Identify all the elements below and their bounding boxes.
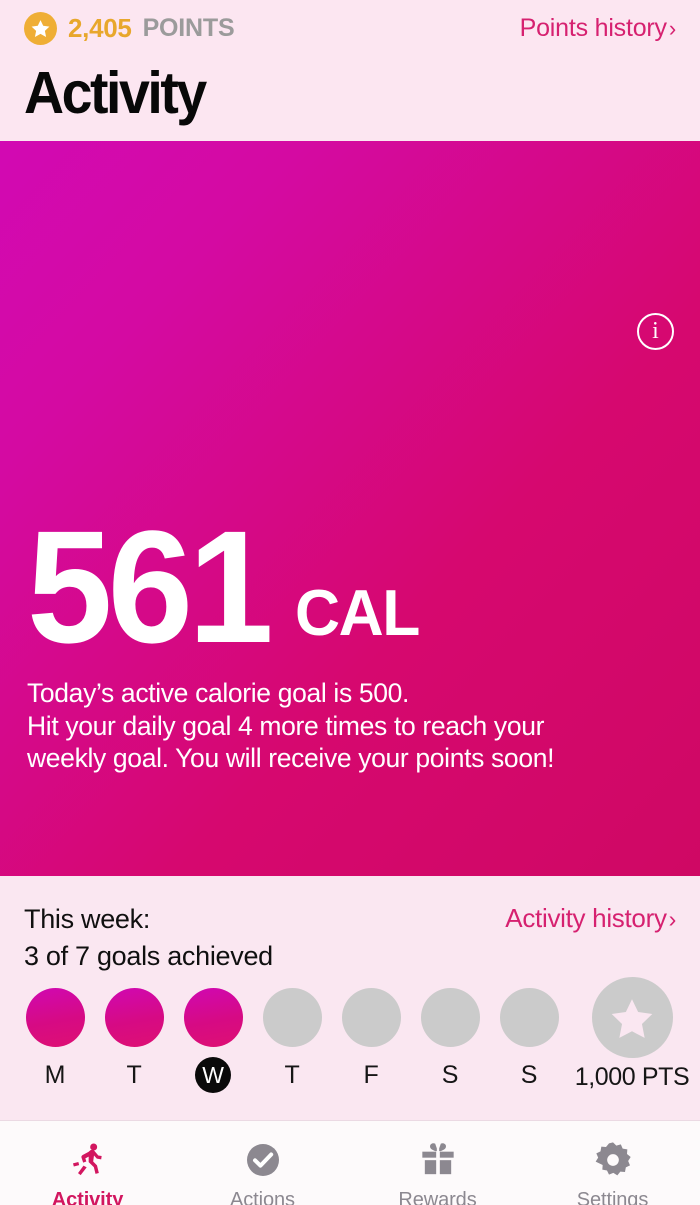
day-label-today: W	[195, 1057, 231, 1093]
activity-history-link[interactable]: Activity history›	[505, 901, 676, 934]
goal-description-line-2: Hit your daily goal 4 more times to reac…	[27, 710, 545, 741]
running-person-icon	[68, 1139, 108, 1181]
points-row: 2,405 POINTS Points history›	[24, 0, 676, 46]
tab-rewards[interactable]: Rewards	[350, 1139, 525, 1205]
day-dot-achieved	[25, 988, 85, 1047]
day-dot-pending	[420, 988, 480, 1047]
goal-description-line-3: weekly goal. You will receive your point…	[27, 743, 555, 773]
info-icon[interactable]: i	[637, 313, 674, 350]
points-value: 2,405	[68, 13, 132, 43]
tab-actions[interactable]: Actions	[175, 1139, 350, 1205]
week-subheading: 3 of 7 goals achieved	[24, 941, 273, 971]
tab-label-actions: Actions	[230, 1189, 295, 1205]
calorie-unit: CAL	[294, 575, 420, 649]
page-title: Activity	[24, 60, 207, 126]
day-dot-achieved	[104, 988, 164, 1047]
points-label: POINTS	[142, 14, 235, 42]
header: 2,405 POINTS Points history› Activity	[0, 0, 700, 141]
calorie-hero: i 561 CAL Today’s active calorie goal is…	[0, 141, 700, 876]
day-label: S	[441, 1061, 459, 1089]
tab-label-rewards: Rewards	[398, 1189, 477, 1205]
week-day-3[interactable]: T	[261, 988, 323, 1091]
activity-history-label: Activity history	[505, 903, 667, 933]
tab-settings[interactable]: Settings	[525, 1139, 700, 1205]
day-label: S	[520, 1061, 538, 1089]
week-labels: This week: 3 of 7 goals achieved	[24, 901, 273, 975]
day-label: M	[44, 1061, 66, 1089]
star-icon	[611, 998, 653, 1038]
week-day-6[interactable]: S	[498, 988, 560, 1091]
gift-icon	[418, 1139, 458, 1181]
calorie-value: 561	[27, 497, 274, 676]
week-day-2[interactable]: W	[182, 988, 244, 1093]
weekly-reward-badge[interactable]: 1,000 PTS	[574, 977, 690, 1092]
star-icon	[24, 12, 57, 45]
week-heading: This week:	[24, 904, 151, 934]
chevron-right-icon: ›	[668, 906, 677, 932]
week-day-5[interactable]: S	[419, 988, 481, 1091]
day-dot-pending	[262, 988, 322, 1047]
week-day-0[interactable]: M	[24, 988, 86, 1091]
points-summary: 2,405 POINTS	[24, 12, 235, 45]
day-label: T	[126, 1061, 142, 1089]
goal-description: Today’s active calorie goal is 500. Hit …	[27, 677, 635, 775]
goal-description-line-1: Today’s active calorie goal is 500.	[27, 678, 410, 708]
week-day-1[interactable]: T	[103, 988, 165, 1091]
tab-label-activity: Activity	[51, 1189, 124, 1205]
day-dot-achieved	[183, 988, 243, 1047]
week-header: This week: 3 of 7 goals achieved Activit…	[24, 876, 676, 975]
day-label: T	[284, 1061, 300, 1089]
reward-label: 1,000 PTS	[574, 1063, 690, 1091]
chevron-right-icon: ›	[668, 16, 676, 41]
points-history-link[interactable]: Points history›	[519, 14, 677, 43]
points-history-label: Points history	[519, 14, 667, 42]
activity-screen: 2,405 POINTS Points history› Activity i …	[0, 0, 700, 1205]
day-dot-pending	[499, 988, 559, 1047]
day-dot-pending	[341, 988, 401, 1047]
check-circle-icon	[243, 1139, 283, 1181]
week-day-4[interactable]: F	[340, 988, 402, 1091]
calorie-readout: 561 CAL	[27, 497, 424, 676]
day-label: F	[363, 1061, 379, 1089]
reward-circle	[591, 977, 673, 1058]
gear-icon	[593, 1139, 633, 1181]
week-days-row: M T W T F S S 1,000 PTS	[24, 977, 690, 1093]
tab-label-settings: Settings	[576, 1189, 649, 1205]
bottom-tab-bar: Activity Actions Rewards Settings	[0, 1120, 700, 1205]
week-summary: This week: 3 of 7 goals achieved Activit…	[0, 876, 700, 1120]
tab-activity[interactable]: Activity	[0, 1139, 175, 1205]
